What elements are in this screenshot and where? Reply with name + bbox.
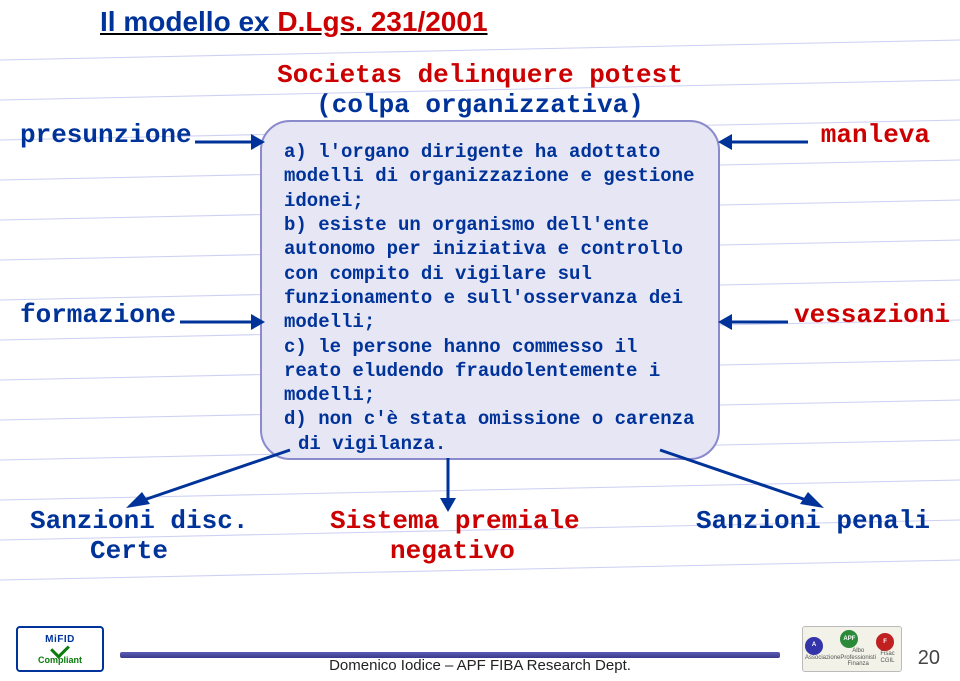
title-part-1: Il modello ex <box>100 6 277 37</box>
label-manleva: manleva <box>821 120 930 150</box>
page-title: Il modello ex D.Lgs. 231/2001 <box>100 6 488 38</box>
logo-mifid-compliant: MiFID Compliant <box>16 626 104 672</box>
logo-right-col1: Associazione <box>805 655 840 662</box>
arrow-presunzione <box>195 130 265 154</box>
label-certe: Certe <box>90 536 168 566</box>
title-part-2: D.Lgs. 231/2001 <box>277 6 487 37</box>
page-number: 20 <box>918 647 940 670</box>
badge-icon: F <box>876 633 894 651</box>
logo-right-col2c: Finanza <box>840 661 876 668</box>
arrow-sistema-premiale <box>436 458 460 512</box>
subtitle-paren: (colpa organizzativa) <box>0 90 960 120</box>
label-formazione: formazione <box>20 300 176 330</box>
logo-right-col2b: Professionisti <box>840 655 876 662</box>
arrow-sanzioni-penali <box>650 446 830 516</box>
box-item-a: a) l'organo dirigente ha adottato modell… <box>284 140 696 213</box>
label-presunzione: presunzione <box>20 120 192 150</box>
box-item-d: d) non c'è stata omissione o carenza di … <box>284 407 696 456</box>
arrow-sanzioni-disc <box>120 446 300 516</box>
arrow-formazione <box>180 310 265 334</box>
logo-right-col3: Fisac CGIL <box>876 651 899 664</box>
badge-icon: APF <box>840 630 858 648</box>
label-sistema-premiale-2: negativo <box>390 536 515 566</box>
subtitle: Societas delinquere potest <box>0 60 960 90</box>
label-vessazioni: vessazioni <box>794 300 950 330</box>
arrow-manleva <box>718 130 808 154</box>
box-item-b: b) esiste un organismo dell'ente autonom… <box>284 213 696 335</box>
badge-icon: A <box>805 637 823 655</box>
logo-apf-fisac: A Associazione APF Albo Professionisti F… <box>802 626 902 672</box>
box-item-c: c) le persone hanno commesso il reato el… <box>284 335 696 408</box>
central-box: a) l'organo dirigente ha adottato modell… <box>260 120 720 460</box>
arrow-vessazioni <box>718 310 788 334</box>
subtitle-latin: Societas delinquere potest <box>277 60 683 90</box>
logo-right-col2a: Albo <box>840 648 876 655</box>
